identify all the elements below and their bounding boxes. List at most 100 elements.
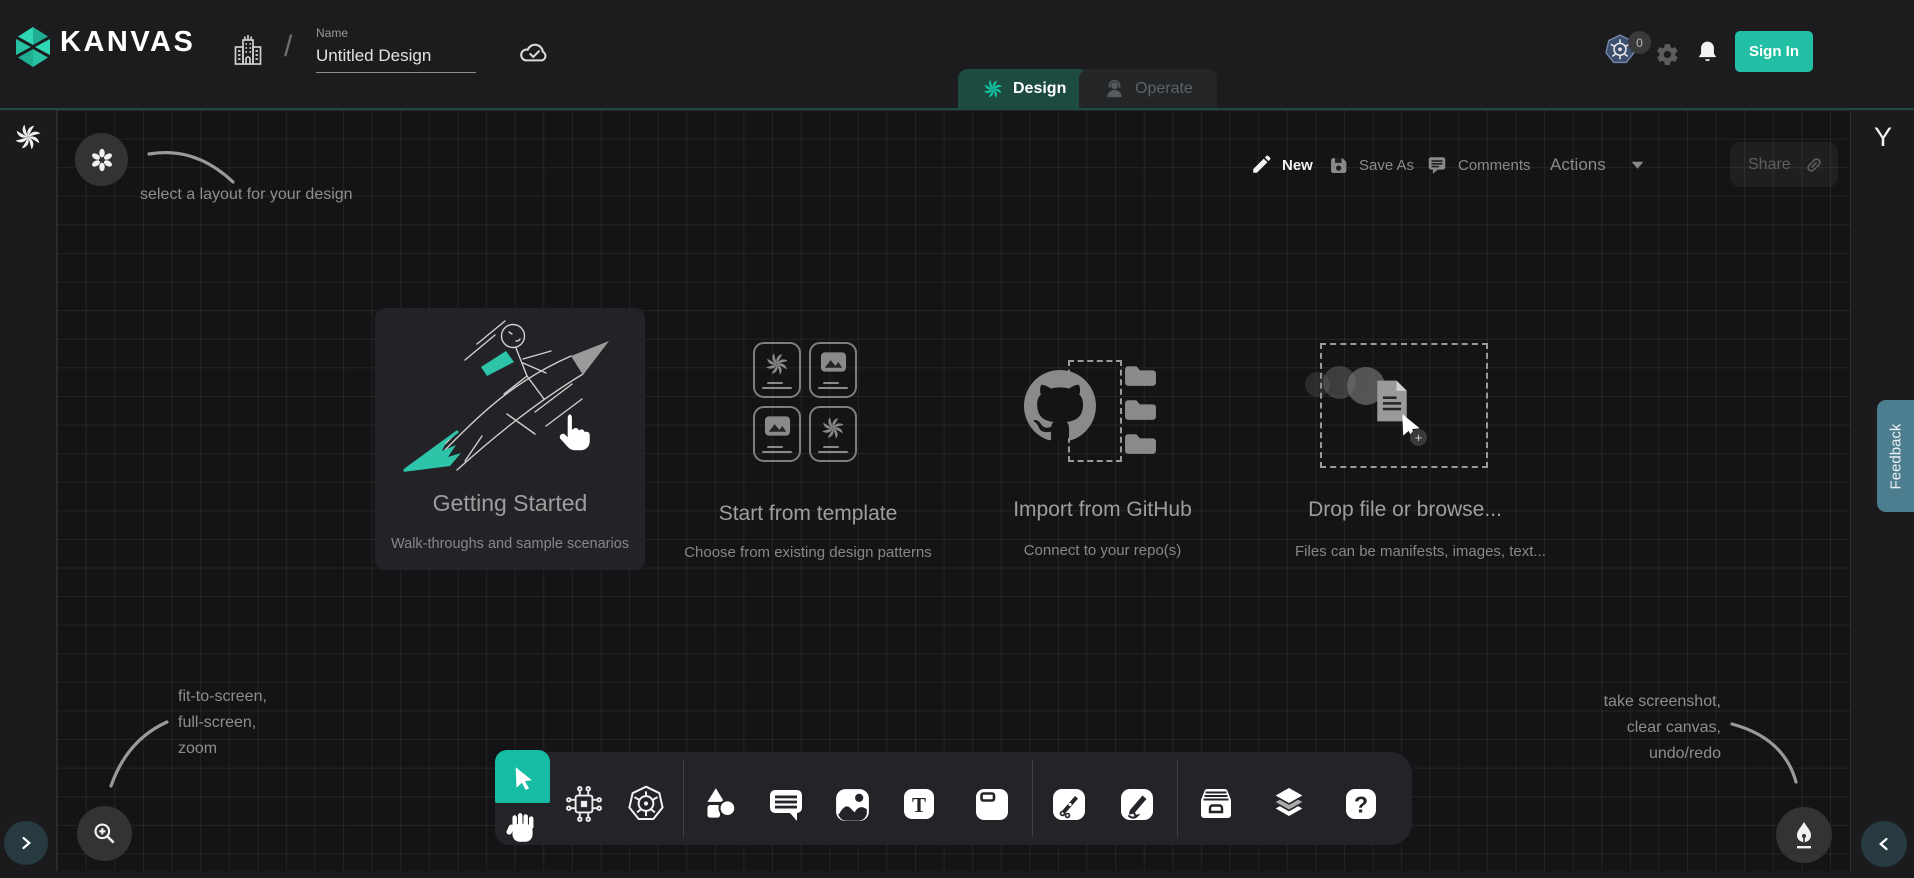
component-tool[interactable]	[563, 783, 605, 825]
actions-dropdown[interactable]: Actions	[1550, 142, 1645, 188]
notifications-bell-icon[interactable]	[1695, 39, 1720, 66]
template-thumb-spiral	[753, 342, 801, 398]
cloud-saved-icon	[518, 38, 550, 68]
getting-started-card[interactable]: Getting Started Walk-throughs and sample…	[375, 308, 645, 570]
image-icon	[764, 415, 791, 437]
view-controls-hint: fit-to-screen, full-screen, zoom	[178, 684, 267, 762]
template-thumbnails	[753, 342, 863, 464]
expand-right-panel-button[interactable]	[1861, 821, 1907, 867]
import-from-github-subtitle: Connect to your repo(s)	[985, 542, 1220, 559]
drop-file-title: Drop file or browse...	[1295, 498, 1515, 522]
dock-divider	[683, 760, 684, 837]
note-tool[interactable]	[971, 783, 1013, 825]
comments-label: Comments	[1458, 157, 1531, 174]
dock-divider	[1177, 760, 1178, 837]
app-header: KANVAS / Name Design	[0, 0, 1914, 110]
help-tool[interactable]: ?	[1340, 783, 1382, 825]
plus-badge: +	[1410, 429, 1427, 446]
help-icon: ?	[1341, 784, 1381, 824]
layout-flower-icon	[89, 147, 115, 173]
pen-tool[interactable]	[1048, 783, 1090, 825]
tab-operate[interactable]: Operate	[1079, 69, 1217, 108]
brand-wordmark: KANVAS	[60, 26, 195, 59]
text-tool[interactable]: T	[898, 783, 940, 825]
select-tool[interactable]	[495, 750, 550, 803]
pen-icon	[1049, 784, 1089, 824]
tab-operate-label: Operate	[1135, 80, 1193, 98]
share-button[interactable]: Share	[1730, 142, 1838, 187]
share-link-icon	[1804, 155, 1824, 175]
save-as-button[interactable]: Save As	[1328, 142, 1414, 188]
design-name-group: Name	[316, 26, 481, 73]
canvas-bottom-edge	[0, 871, 1914, 878]
folder-icon	[1124, 432, 1157, 455]
getting-started-subtitle: Walk-throughs and sample scenarios	[375, 536, 645, 552]
rocket-rider-illustration	[385, 314, 635, 484]
kanvas-logo-icon[interactable]	[10, 24, 56, 70]
drop-file-card[interactable]: + Drop file or browse... Files can be ma…	[1295, 330, 1515, 570]
chevron-right-icon	[16, 833, 36, 853]
import-from-github-title: Import from GitHub	[985, 498, 1220, 522]
template-thumb-spiral	[809, 406, 857, 462]
breadcrumb-separator: /	[284, 30, 292, 64]
save-as-label: Save As	[1359, 157, 1414, 174]
sketch-tool[interactable]	[1116, 783, 1158, 825]
folder-icon	[1124, 398, 1157, 421]
comments-button[interactable]: Comments	[1426, 142, 1531, 188]
start-from-template-card[interactable]: Start from template Choose from existing…	[680, 330, 936, 570]
start-from-template-subtitle: Choose from existing design patterns	[680, 544, 936, 561]
shapes-icon	[698, 783, 740, 825]
image-tool[interactable]	[831, 783, 873, 825]
kubernetes-tool[interactable]	[625, 783, 667, 825]
sign-in-button[interactable]: Sign In	[1735, 31, 1813, 72]
kubernetes-context-count-badge: 0	[1628, 31, 1651, 54]
new-button[interactable]: New	[1250, 142, 1313, 188]
drawer-icon	[1193, 784, 1239, 824]
zoom-button[interactable]	[77, 806, 132, 861]
kubernetes-wheel-icon	[625, 782, 667, 826]
flows-y-icon[interactable]: Y	[1869, 122, 1897, 153]
layout-selector-button[interactable]	[75, 133, 128, 186]
design-name-label: Name	[316, 26, 481, 40]
save-as-icon	[1328, 155, 1349, 176]
cursor-arrow-icon	[510, 764, 536, 790]
template-thumb-image	[809, 342, 857, 398]
organization-icon[interactable]	[230, 32, 266, 70]
operate-tab-user-icon	[1103, 77, 1126, 100]
design-name-input[interactable]	[316, 44, 476, 73]
actions-label: Actions	[1550, 155, 1606, 175]
spiral-icon	[820, 415, 846, 441]
comments-icon	[1426, 154, 1448, 176]
comment-icon	[766, 784, 806, 824]
repo-folders	[1124, 364, 1157, 455]
tab-design[interactable]: Design	[958, 69, 1090, 108]
dock-divider	[1032, 760, 1033, 837]
tab-design-label: Design	[1013, 80, 1066, 98]
svg-text:T: T	[912, 793, 926, 817]
comment-tool[interactable]	[765, 783, 807, 825]
layers-icon	[1266, 783, 1312, 825]
settings-gear-icon[interactable]	[1655, 42, 1680, 67]
pan-tool[interactable]	[504, 810, 540, 851]
getting-started-title: Getting Started	[375, 490, 645, 517]
spiral-icon	[764, 351, 790, 377]
drop-file-subtitle: Files can be manifests, images, text...	[1295, 543, 1515, 560]
pointer-hand-cursor-icon	[553, 411, 595, 453]
feedback-tab[interactable]: Feedback	[1877, 400, 1914, 512]
meshery-spiral-icon[interactable]	[13, 122, 43, 152]
drawer-tool[interactable]	[1193, 783, 1239, 825]
pen-actions-button[interactable]	[1776, 807, 1832, 863]
import-from-github-card[interactable]: Import from GitHub Connect to your repo(…	[985, 330, 1220, 570]
pencil-new-icon	[1250, 154, 1272, 176]
layers-tool[interactable]	[1266, 783, 1312, 825]
kubernetes-context-switcher[interactable]: 0	[1603, 31, 1651, 67]
image-icon	[832, 784, 873, 825]
layout-hint-text: select a layout for your design	[140, 186, 353, 204]
feedback-label: Feedback	[1887, 423, 1904, 489]
share-label: Share	[1748, 156, 1791, 174]
note-icon	[972, 784, 1012, 824]
expand-left-panel-button[interactable]	[4, 821, 48, 865]
shapes-tool[interactable]	[698, 783, 740, 825]
component-chip-icon	[563, 783, 605, 825]
text-icon: T	[899, 784, 939, 824]
